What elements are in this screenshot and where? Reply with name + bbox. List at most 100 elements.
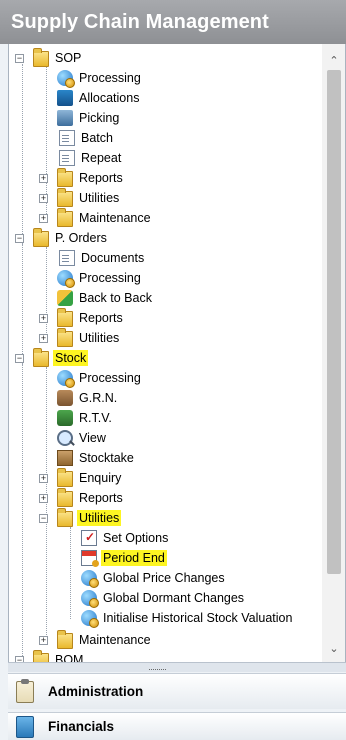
document-icon <box>59 150 75 166</box>
tree-node-stock-maintenance[interactable]: + Maintenance <box>39 630 153 650</box>
tree-node-label: P. Orders <box>55 231 107 245</box>
tree-node-label: View <box>79 431 106 445</box>
tree-node-sop-reports[interactable]: + Reports <box>39 168 125 188</box>
collapse-toggle[interactable]: − <box>39 514 48 523</box>
tree-node-label: Picking <box>79 111 120 125</box>
collapse-toggle[interactable]: − <box>15 54 24 63</box>
tree-node-picking[interactable]: Picking <box>57 108 121 128</box>
folder-icon <box>33 348 49 367</box>
scroll-thumb[interactable] <box>327 70 341 574</box>
tree-node-global-dormant-changes[interactable]: Global Dormant Changes <box>81 588 246 608</box>
checklist-icon <box>81 530 97 546</box>
expand-toggle[interactable]: + <box>39 194 48 203</box>
tree-node-back-to-back[interactable]: Back to Back <box>57 288 154 308</box>
navigation-tree: − SOP Processing Allocations Picking Bat… <box>9 44 321 663</box>
stocktake-icon <box>57 450 73 466</box>
tree-node-label: Utilities <box>77 510 122 526</box>
tree-node-label: Documents <box>81 251 145 265</box>
folder-icon <box>57 208 73 227</box>
scroll-up-arrow-icon[interactable]: ⌃ <box>326 54 342 68</box>
collapse-toggle[interactable]: − <box>15 234 24 243</box>
folder-icon <box>57 488 73 507</box>
collapse-toggle[interactable]: − <box>15 354 24 363</box>
goods-received-icon <box>57 390 73 406</box>
document-icon <box>59 250 75 266</box>
tree-node-period-end[interactable]: Period End <box>81 548 167 568</box>
calendar-icon <box>81 550 99 567</box>
tree-node-stock-reports[interactable]: + Reports <box>39 488 125 508</box>
scroll-down-arrow-icon[interactable]: ⌄ <box>326 642 342 656</box>
tree-node-enquiry[interactable]: + Enquiry <box>39 468 123 488</box>
nav-financials-button[interactable]: Financials <box>8 712 346 740</box>
tree-node-label: Maintenance <box>79 211 151 225</box>
tree-node-global-price-changes[interactable]: Global Price Changes <box>81 568 227 588</box>
panel-splitter[interactable]: ········· <box>8 662 346 674</box>
tree-node-stock-processing[interactable]: Processing <box>57 368 143 388</box>
tree-connector <box>22 244 23 364</box>
tree-node-po-utilities[interactable]: + Utilities <box>39 328 121 348</box>
tree-node-stock[interactable]: − Stock <box>15 348 89 368</box>
tree-node-grn[interactable]: G.R.N. <box>57 388 119 408</box>
tree-node-label: Reports <box>79 311 123 325</box>
globe-process-icon <box>81 590 99 608</box>
tree-node-batch[interactable]: Batch <box>57 128 115 148</box>
folder-icon <box>57 630 73 649</box>
tree-node-label: Enquiry <box>79 471 122 485</box>
tree-node-label: Maintenance <box>79 633 151 647</box>
tree-node-label: Stocktake <box>79 451 134 465</box>
tree-node-rtv[interactable]: R.T.V. <box>57 408 114 428</box>
tree-node-p-orders[interactable]: − P. Orders <box>15 228 109 248</box>
tree-node-sop-processing[interactable]: Processing <box>57 68 143 88</box>
expand-toggle[interactable]: + <box>39 494 48 503</box>
tree-node-label: Utilities <box>79 191 120 205</box>
expand-toggle[interactable]: + <box>39 214 48 223</box>
tree-node-label: SOP <box>55 51 82 65</box>
tree-node-label: Batch <box>81 131 113 145</box>
tree-node-label: Global Dormant Changes <box>103 591 245 605</box>
tree-connector <box>22 364 23 663</box>
tree-node-allocations[interactable]: Allocations <box>57 88 141 108</box>
picking-icon <box>57 110 73 126</box>
folder-icon <box>57 468 73 487</box>
nav-administration-button[interactable]: Administration <box>8 673 346 709</box>
tree-panel: − SOP Processing Allocations Picking Bat… <box>8 44 346 664</box>
folder-icon <box>57 328 73 347</box>
expand-toggle[interactable]: + <box>39 314 48 323</box>
globe-process-icon <box>81 570 99 588</box>
tree-node-sop-maintenance[interactable]: + Maintenance <box>39 208 153 228</box>
nav-label: Administration <box>48 684 144 699</box>
vertical-scrollbar[interactable]: ⌃ ⌄ <box>322 44 345 663</box>
globe-process-icon <box>57 370 75 388</box>
tree-connector <box>70 527 71 619</box>
tree-node-sop-utilities[interactable]: + Utilities <box>39 188 121 208</box>
clipboard-icon <box>16 678 34 703</box>
folder-icon <box>57 188 73 207</box>
allocations-icon <box>57 90 73 106</box>
expand-toggle[interactable]: + <box>39 174 48 183</box>
tree-node-label: Processing <box>79 271 141 285</box>
tree-node-label: Stock <box>53 350 89 366</box>
tree-node-label: Reports <box>79 491 123 505</box>
tree-node-po-reports[interactable]: + Reports <box>39 308 125 328</box>
expand-toggle[interactable]: + <box>39 474 48 483</box>
tree-node-set-options[interactable]: Set Options <box>81 528 170 548</box>
panel-title: Supply Chain Management <box>0 0 346 44</box>
expand-toggle[interactable]: + <box>39 636 48 645</box>
globe-process-icon <box>57 270 75 288</box>
tree-node-stocktake[interactable]: Stocktake <box>57 448 136 468</box>
tree-node-sop[interactable]: − SOP <box>15 48 83 68</box>
tree-node-view[interactable]: View <box>57 428 108 448</box>
tree-node-label: Processing <box>79 371 141 385</box>
tree-node-label: Utilities <box>79 331 120 345</box>
nav-label: Financials <box>48 719 115 734</box>
expand-toggle[interactable]: + <box>39 334 48 343</box>
app-window: Supply Chain Management − SOP Processing <box>0 0 346 740</box>
tree-node-po-processing[interactable]: Processing <box>57 268 143 288</box>
tree-node-repeat[interactable]: Repeat <box>57 148 123 168</box>
tree-node-initialise-historical-stock-valuation[interactable]: Initialise Historical Stock Valuation <box>81 608 294 628</box>
tree-node-label: Allocations <box>79 91 140 105</box>
tree-node-documents[interactable]: Documents <box>57 248 146 268</box>
tree-node-stock-utilities[interactable]: − Utilities <box>39 508 122 528</box>
tree-node-label: Back to Back <box>79 291 152 305</box>
folder-icon <box>57 308 73 327</box>
